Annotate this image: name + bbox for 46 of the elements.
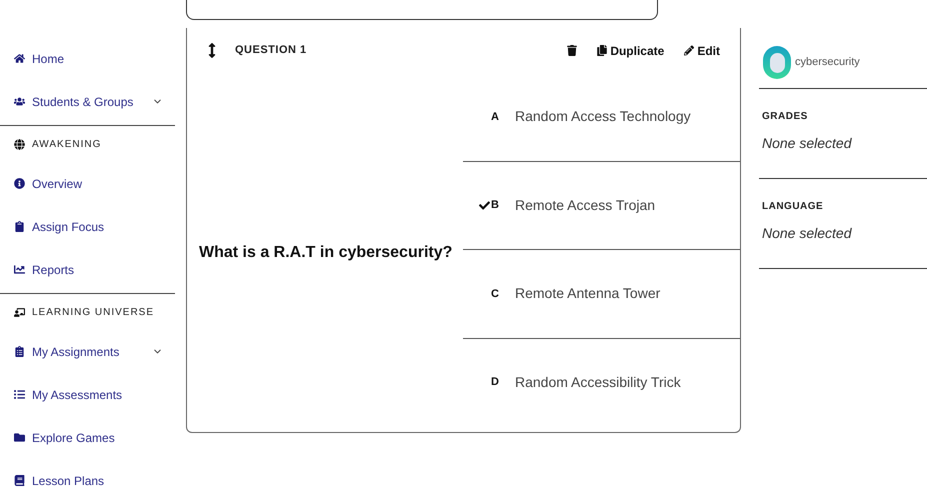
filter-value: None selected: [762, 224, 853, 243]
topic-avatar: [763, 46, 791, 79]
list-icon: [14, 389, 25, 400]
answer-text: Remote Access Trojan: [515, 196, 656, 215]
delete-button[interactable]: [567, 45, 578, 56]
nav-link[interactable]: Reports: [14, 260, 74, 278]
nav-link[interactable]: Lesson Plans: [14, 472, 104, 490]
edit-button[interactable]: Edit: [684, 42, 720, 60]
trash-icon: [567, 45, 578, 56]
section-heading: AWAKENING: [32, 138, 102, 152]
nav-link[interactable]: Home: [14, 50, 64, 68]
question-title: QUESTION 1: [235, 43, 307, 58]
section-heading: LEARNING UNIVERSE: [32, 306, 154, 320]
clipboard-icon: [14, 221, 25, 232]
answer-letter: A: [491, 110, 499, 124]
folder-icon: [14, 432, 25, 443]
home-icon: [14, 53, 25, 64]
nav-link[interactable]: Explore Games: [14, 428, 115, 446]
board-icon: [14, 306, 25, 318]
duplicate-button[interactable]: Duplicate: [597, 42, 664, 60]
filter-value: None selected: [762, 134, 853, 153]
clipboard-list-icon: [14, 346, 25, 357]
nav-link[interactable]: Overview: [14, 174, 82, 192]
checkmark-icon: [479, 200, 490, 211]
nav-link[interactable]: My Assignments: [14, 342, 120, 360]
nav-link[interactable]: My Assessments: [14, 386, 122, 404]
copy-icon: [597, 45, 608, 56]
answer-text: Random Access Technology: [515, 107, 691, 126]
answer-text: Remote Antenna Tower: [515, 284, 660, 304]
answer-letter: B: [491, 198, 499, 213]
nav-link[interactable]: Students & Groups: [14, 92, 134, 110]
filter-label: GRADES: [762, 110, 809, 124]
drag-handle-icon[interactable]: [207, 43, 217, 58]
users-icon: [14, 96, 25, 107]
answer-text: Random Accessibility Trick: [515, 372, 681, 392]
pencil-icon: [684, 45, 694, 56]
book-icon: [14, 475, 25, 486]
globe-icon: [14, 138, 25, 150]
filter-label: LANGUAGE: [762, 200, 824, 214]
info-icon: [14, 178, 25, 189]
nav-link[interactable]: Assign Focus: [14, 218, 104, 236]
answer-letter: C: [491, 286, 499, 302]
topic-name: cybersecurity: [795, 55, 860, 70]
answer-letter: D: [491, 375, 499, 390]
chart-icon: [14, 264, 25, 275]
question-text: What is a R.A.T in cybersecurity?: [199, 242, 452, 262]
